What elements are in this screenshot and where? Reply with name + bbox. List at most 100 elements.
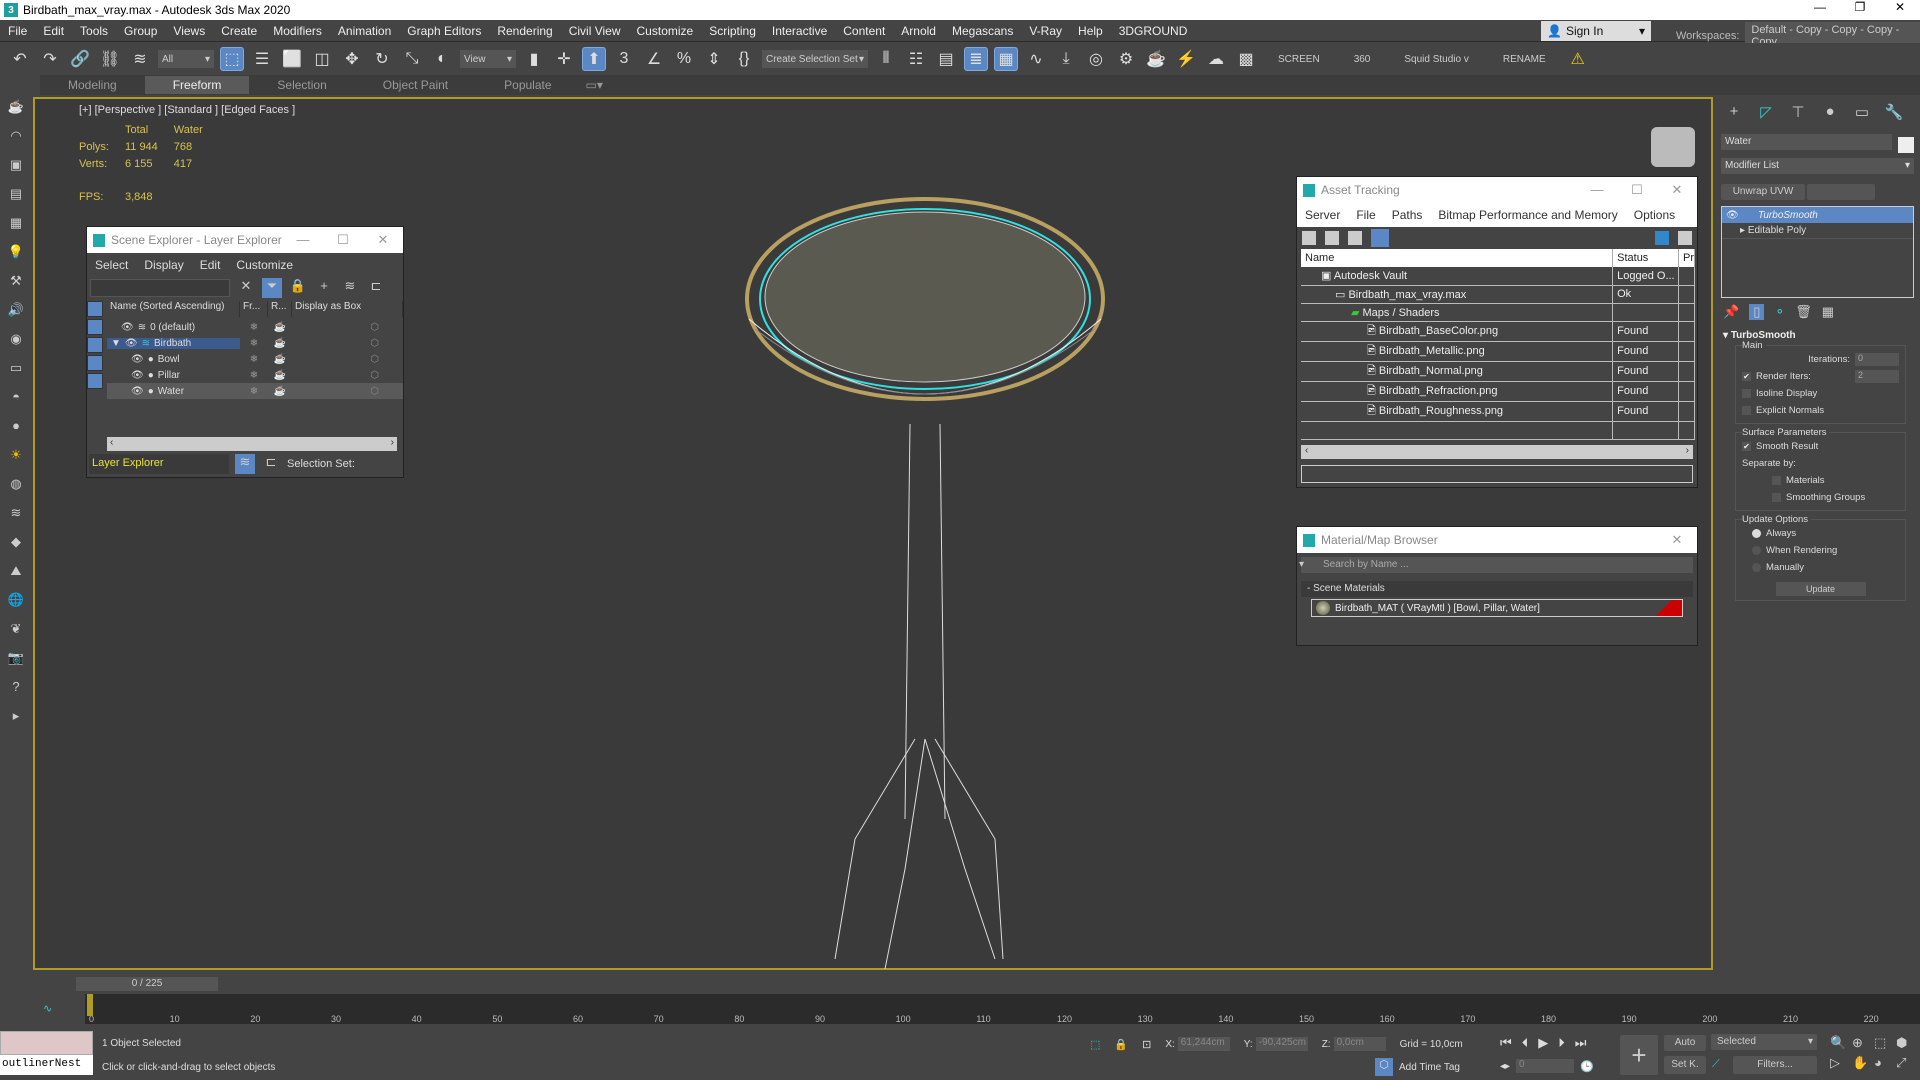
list-view-icon[interactable]: [1325, 231, 1339, 245]
menu-rendering[interactable]: Rendering: [489, 24, 560, 38]
timeline-track[interactable]: 0 10 20 30 40 50 60 70 80 90 100 110 120 130 140 150 160…: [85, 994, 1920, 1024]
link-icon[interactable]: 🔗: [68, 47, 92, 71]
render-iters-checkbox[interactable]: ✔: [1742, 372, 1751, 381]
asset-row[interactable]: 🖻 Birdbath_Roughness.png Found: [1301, 401, 1695, 422]
smooth-result-checkbox[interactable]: ✔: [1742, 442, 1751, 451]
freeze-icon[interactable]: ❄: [240, 370, 268, 381]
help-icon[interactable]: ?: [7, 679, 25, 701]
asset-row[interactable]: 🖻 Birdbath_BaseColor.png Found: [1301, 321, 1695, 342]
select-object-icon[interactable]: ⬚: [220, 47, 244, 71]
asset-row[interactable]: ▰ Maps / Shaders: [1301, 303, 1695, 322]
minimize-button[interactable]: —: [283, 232, 323, 248]
col-pr[interactable]: Pr: [1678, 249, 1695, 267]
box-icon[interactable]: ⬡: [292, 386, 403, 397]
add-time-tag-button[interactable]: Add Time Tag: [1399, 1062, 1460, 1073]
menu-paths[interactable]: Paths: [1384, 208, 1431, 222]
object-row[interactable]: 👁 ● Bowl ❄ ☕ ⬡: [107, 351, 403, 367]
zoom-all-icon[interactable]: ⊕: [1852, 1035, 1872, 1051]
horizontal-scrollbar[interactable]: ‹ ›: [1301, 445, 1693, 459]
select-manipulate-icon[interactable]: ✛: [552, 47, 576, 71]
box-icon[interactable]: ⬡: [292, 322, 403, 333]
maximize-viewport-icon[interactable]: ⤢: [1896, 1055, 1916, 1071]
current-frame-spinner[interactable]: 0: [1516, 1059, 1575, 1073]
render-teapot-icon[interactable]: ☕: [268, 354, 292, 365]
snap-toggle-icon[interactable]: 3: [612, 47, 636, 71]
utilities-tab-icon[interactable]: 🔧: [1881, 103, 1907, 125]
rename-button[interactable]: RENAME: [1503, 54, 1546, 65]
make-unique-icon[interactable]: ⚬: [1774, 304, 1785, 320]
select-by-name-icon[interactable]: ☰: [250, 47, 274, 71]
col-name[interactable]: Name (Sorted Ascending): [107, 301, 240, 317]
birdbath-wireframe[interactable]: [735, 179, 1135, 979]
scale-icon[interactable]: ⤡: [400, 47, 424, 71]
schematic-view-icon[interactable]: ⤓: [1054, 47, 1078, 71]
help-icon[interactable]: [1655, 231, 1669, 245]
object-color-swatch[interactable]: [1898, 137, 1914, 153]
new-layer-icon[interactable]: +: [314, 278, 334, 298]
zoom-extents-all-icon[interactable]: ⬢: [1896, 1035, 1916, 1051]
menu-group[interactable]: Group: [116, 24, 165, 38]
plant-icon[interactable]: ❦: [7, 621, 25, 643]
tab-modeling[interactable]: Modeling: [40, 76, 145, 94]
go-to-start-icon[interactable]: ⏮: [1500, 1035, 1512, 1051]
z-coordinate-field[interactable]: 0,0cm: [1333, 1037, 1386, 1051]
menu-vray[interactable]: V-Ray: [1021, 24, 1070, 38]
warning-icon[interactable]: ⚠: [1566, 47, 1590, 71]
close-button[interactable]: ✕: [1657, 532, 1697, 548]
lights-filter-icon[interactable]: [87, 337, 103, 353]
smoothing-groups-checkbox[interactable]: [1772, 493, 1781, 502]
proxy-icon[interactable]: ⛰: [7, 563, 25, 585]
percent-snap-icon[interactable]: %: [672, 47, 696, 71]
sun-icon[interactable]: ☀: [7, 447, 25, 469]
clear-icon[interactable]: ✕: [236, 278, 256, 298]
tab-populate[interactable]: Populate: [476, 76, 579, 94]
key-mode-icon[interactable]: ◂▸: [1500, 1061, 1510, 1072]
time-tag-icon[interactable]: ⬡: [1375, 1058, 1393, 1076]
freeze-icon[interactable]: ❄: [240, 354, 268, 365]
rect-selection-icon[interactable]: ⬜: [280, 47, 304, 71]
box-icon[interactable]: ⬡: [292, 354, 403, 365]
edit-named-sets-icon[interactable]: {}: [732, 47, 756, 71]
menu-megascans[interactable]: Megascans: [944, 24, 1021, 38]
helpers-filter-icon[interactable]: [87, 373, 103, 389]
placement-icon[interactable]: ◐: [430, 47, 454, 71]
maximize-button[interactable]: ❐: [1840, 0, 1880, 14]
material-browser-titlebar[interactable]: Material/Map Browser ✕: [1297, 527, 1697, 553]
undo-icon[interactable]: ↶: [8, 47, 32, 71]
update-button[interactable]: Update: [1775, 582, 1866, 596]
close-button[interactable]: ✕: [1657, 182, 1697, 198]
menu-views[interactable]: Views: [165, 24, 213, 38]
previous-frame-icon[interactable]: ⏴: [1522, 1035, 1529, 1051]
ribbon-toggle-icon[interactable]: ▦: [994, 47, 1018, 71]
ribbon-options-icon[interactable]: ▭▾: [580, 76, 609, 94]
create-selection-set-dropdown[interactable]: Create Selection Set ▾: [762, 50, 868, 68]
menu-file[interactable]: File: [0, 24, 35, 38]
menu-options[interactable]: Options: [1626, 208, 1683, 222]
key-filter-dropdown[interactable]: Selected ▾: [1711, 1034, 1817, 1050]
next-frame-icon[interactable]: ⏵: [1558, 1035, 1565, 1051]
pin-stack-icon[interactable]: 📌: [1723, 304, 1739, 320]
cameras-filter-icon[interactable]: [87, 355, 103, 371]
ref-coord-dropdown[interactable]: View ▾: [460, 50, 516, 68]
window-crossing-icon[interactable]: ◫: [310, 47, 334, 71]
fur-icon[interactable]: ≋: [7, 505, 25, 527]
key-filters-button[interactable]: Filters...: [1733, 1056, 1817, 1074]
decal-icon[interactable]: ◆: [7, 534, 25, 556]
eye-icon[interactable]: 👁: [125, 338, 138, 349]
menu-interactive[interactable]: Interactive: [764, 24, 835, 38]
eye-icon[interactable]: 👁: [131, 370, 144, 381]
render-teapot-icon[interactable]: ☕: [268, 370, 292, 381]
sign-in-dropdown[interactable]: 👤 Sign In ▾: [1541, 21, 1651, 41]
thumbnail-view-icon[interactable]: [1348, 231, 1362, 245]
stack-item-turbosmooth[interactable]: 👁 TurboSmooth: [1722, 207, 1913, 223]
filter-icon[interactable]: ⏷: [262, 278, 282, 298]
explicit-normals-checkbox[interactable]: [1742, 406, 1751, 415]
box-icon[interactable]: ⬡: [292, 338, 403, 349]
asset-row[interactable]: 🖻 Birdbath_Refraction.png Found: [1301, 381, 1695, 402]
layer-row[interactable]: ▼ 👁 ≋ Birdbath ❄ ☕ ⬡: [107, 335, 403, 351]
menu-help[interactable]: Help: [1070, 24, 1111, 38]
empty-modifier-button[interactable]: [1807, 184, 1875, 200]
selection-lock-icon[interactable]: 🔒: [1114, 1038, 1128, 1051]
menu-edit[interactable]: Edit: [192, 258, 229, 272]
menu-create[interactable]: Create: [213, 24, 265, 38]
